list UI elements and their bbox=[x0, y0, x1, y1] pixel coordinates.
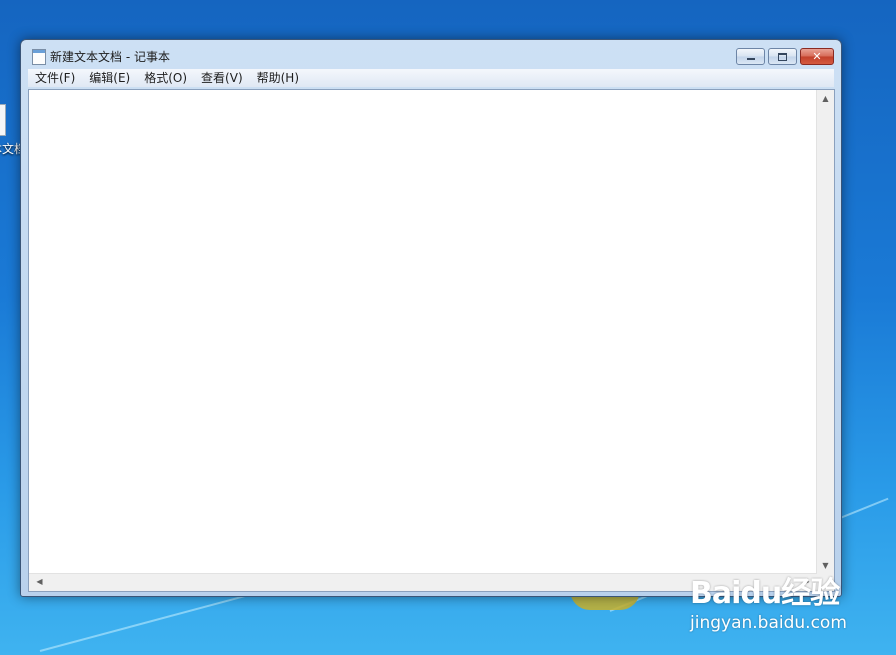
maximize-button[interactable] bbox=[768, 48, 797, 65]
minimize-button[interactable] bbox=[736, 48, 765, 65]
notepad-window: 新建文本文档 - 记事本 ✕ 文件(F) 编辑(E) 格式(O) 查看(V) 帮… bbox=[20, 39, 842, 597]
text-file-icon bbox=[0, 104, 6, 136]
notepad-icon[interactable] bbox=[32, 49, 46, 65]
menu-help[interactable]: 帮助(H) bbox=[250, 69, 306, 87]
menu-view[interactable]: 查看(V) bbox=[194, 69, 250, 87]
watermark-url: jingyan.baidu.com bbox=[690, 613, 847, 633]
scroll-down-arrow-icon[interactable]: ▼ bbox=[817, 561, 834, 570]
text-editor[interactable]: ▲ ▼ ◀ ▶ bbox=[28, 89, 835, 592]
maximize-icon bbox=[778, 52, 787, 61]
close-icon: ✕ bbox=[812, 50, 822, 63]
menu-format[interactable]: 格式(O) bbox=[137, 69, 194, 87]
scroll-left-arrow-icon[interactable]: ◀ bbox=[31, 577, 48, 586]
desktop-icon-label: 本文档 bbox=[0, 142, 27, 156]
desktop-file-icon[interactable]: 本文档 bbox=[0, 104, 27, 157]
vertical-scrollbar[interactable]: ▲ ▼ bbox=[816, 90, 834, 574]
watermark-brand: Baidu经验 bbox=[690, 576, 840, 611]
menu-edit[interactable]: 编辑(E) bbox=[82, 69, 137, 87]
caption-buttons: ✕ bbox=[733, 48, 834, 65]
menu-bar: 文件(F) 编辑(E) 格式(O) 查看(V) 帮助(H) bbox=[28, 69, 834, 87]
window-title: 新建文本文档 - 记事本 bbox=[50, 50, 170, 64]
title-bar[interactable]: 新建文本文档 - 记事本 ✕ bbox=[21, 40, 841, 70]
baidu-watermark: Baidu经验 jingyan.baidu.com bbox=[690, 578, 847, 634]
scroll-up-arrow-icon[interactable]: ▲ bbox=[817, 94, 834, 103]
minimize-icon bbox=[746, 58, 755, 60]
menu-file[interactable]: 文件(F) bbox=[28, 69, 82, 87]
close-button[interactable]: ✕ bbox=[800, 48, 834, 65]
